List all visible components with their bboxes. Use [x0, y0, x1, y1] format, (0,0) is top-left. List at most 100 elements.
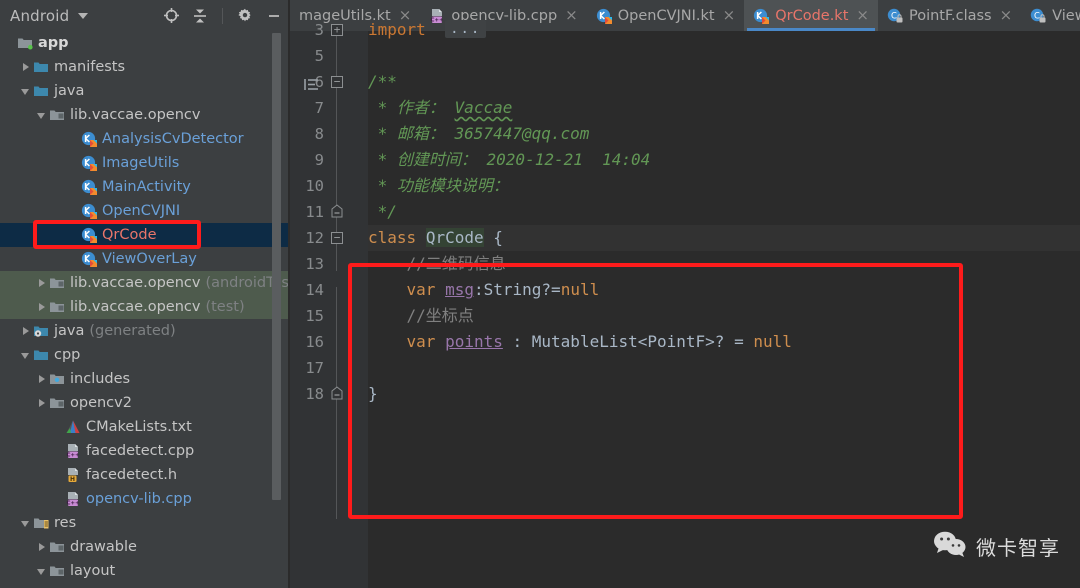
chevron-right-icon[interactable] [36, 397, 49, 410]
fold-expand-import-plus-icon[interactable]: + [331, 24, 343, 36]
kotlin-class-icon [81, 155, 97, 171]
tree-item-includes[interactable]: includes [0, 367, 290, 391]
tree-item-lib-vaccae-opencv[interactable]: lib.vaccae.opencv [0, 103, 290, 127]
minimize-icon[interactable] [264, 6, 284, 26]
tree-item-manifests[interactable]: manifests [0, 55, 290, 79]
tree-item-analysiscvdetector[interactable]: AnalysisCvDetector [0, 127, 290, 151]
tab-close-icon[interactable]: × [856, 8, 869, 23]
tree-item-facedetect-cpp[interactable]: C++ facedetect.cpp [0, 439, 290, 463]
code-line-9[interactable]: * 创建时间： 2020-12-21 14:04 [368, 147, 651, 173]
tree-item-imageutils[interactable]: ImageUtils [0, 151, 290, 175]
editor-area: mageUtils.kt × C++ opencv-lib.cpp × OpenCVJNI… [290, 0, 1080, 588]
tree-item-label: CMakeLists.txt [86, 419, 192, 435]
folded-imports-chip[interactable]: ... [445, 20, 487, 38]
tab-label: QrCode.kt [775, 7, 849, 24]
svg-text:C: C [891, 11, 897, 21]
locate-icon[interactable] [161, 6, 181, 26]
editor-tab-view-class[interactable]: C View.class [1021, 0, 1080, 31]
editor-tab-qrcode-kt[interactable]: QrCode.kt × [744, 0, 878, 31]
collapse-all-icon[interactable] [190, 6, 210, 26]
package-icon [49, 539, 65, 555]
tree-item-facedetect-h[interactable]: Hfacedetect.h [0, 463, 290, 487]
code-content[interactable]: import ... /** * 作者： Vaccae * 邮箱： 3657447… [368, 20, 1080, 588]
code-line-14[interactable]: var msg:String?=null [368, 277, 600, 303]
chevron-down-icon[interactable] [36, 565, 49, 578]
code-line-12[interactable]: class QrCode { [368, 225, 503, 251]
code-line-13[interactable]: //二维码信息 [368, 251, 506, 277]
chevron-down-icon[interactable] [78, 12, 89, 19]
tree-item-lib-vaccae-opencv[interactable]: lib.vaccae.opencv (test) [0, 295, 290, 319]
code-line-15[interactable]: //坐标点 [368, 303, 474, 329]
project-panel-scrollbar[interactable] [272, 33, 281, 500]
chevron-down-icon[interactable] [20, 85, 33, 98]
identifier-under-caret: QrCode [425, 228, 484, 247]
tree-item-label: java [54, 323, 85, 339]
code-line-6[interactable]: /** [368, 69, 397, 95]
fold-collapse-class-minus-icon[interactable]: − [331, 232, 343, 244]
kotlin-file-icon [753, 8, 770, 24]
chevron-right-icon[interactable] [20, 61, 33, 74]
chevron-right-icon[interactable] [36, 277, 49, 290]
code-line-3[interactable]: import ... [368, 17, 487, 43]
editor-tab-pointf-class[interactable]: C PointF.class × [878, 0, 1021, 31]
project-tree[interactable]: app manifests java lib.vaccae.opencv Analysi… [0, 31, 290, 588]
kotlin-class-icon [81, 203, 97, 219]
chevron-down-icon[interactable] [36, 109, 49, 122]
fold-end-comment-icon[interactable] [331, 204, 343, 220]
fold-guide-line-2 [336, 287, 337, 519]
chevron-right-icon[interactable] [36, 373, 49, 386]
chevron-right-icon[interactable] [36, 541, 49, 554]
tree-item-cmakelists-txt[interactable]: CMakeLists.txt [0, 415, 290, 439]
chevron-right-icon[interactable] [36, 301, 49, 314]
fold-end-class-icon[interactable] [331, 386, 343, 402]
project-view-selector-label[interactable]: Android [10, 7, 69, 25]
tree-item-cpp[interactable]: cpp [0, 343, 290, 367]
tree-item-lib-vaccae-opencv[interactable]: lib.vaccae.opencv(androidTest) [0, 271, 290, 295]
code-line-10[interactable]: * 功能模块说明： [368, 173, 509, 199]
code-editor[interactable]: 3 5 6 7 8 9 10 11 12 13 14 15 16 17 18 + − − import .../*… [290, 20, 1080, 588]
editor-gutter[interactable]: 3 5 6 7 8 9 10 11 12 13 14 15 16 17 18 + − − [290, 21, 368, 588]
tree-item-label: ViewOverLay [102, 251, 197, 267]
tree-item-drawable[interactable]: drawable [0, 535, 290, 559]
tree-item-java[interactable]: java [0, 79, 290, 103]
code-line-18[interactable]: } [368, 381, 378, 407]
line-number: 17 [305, 359, 324, 377]
java-class-locked-icon: C [1030, 8, 1046, 24]
tab-close-icon[interactable]: × [1000, 8, 1013, 23]
tree-item-activity-main-xml[interactable]: activity_main.xml [0, 583, 290, 588]
tree-item-label: cpp [54, 347, 81, 363]
folder-icon [33, 83, 49, 99]
tree-item-java[interactable]: java (generated) [0, 319, 290, 343]
code-line-11[interactable]: */ [368, 199, 397, 225]
tree-item-layout[interactable]: layout [0, 559, 290, 583]
header-file-icon: H [65, 467, 81, 483]
settings-gear-icon[interactable] [235, 6, 255, 26]
tree-item-opencvjni[interactable]: OpenCVJNI [0, 199, 290, 223]
chevron-down-icon[interactable] [20, 517, 33, 530]
tree-item-viewoverlay[interactable]: ViewOverLay [0, 247, 290, 271]
tree-item-label: res [54, 515, 77, 531]
code-line-16[interactable]: var points : MutableList<PointF>? = null [368, 329, 792, 355]
line-number: 14 [305, 281, 324, 299]
fold-collapse-comment-minus-icon[interactable]: − [331, 76, 343, 88]
tree-item-app[interactable]: app [0, 31, 290, 55]
chevron-down-icon[interactable] [20, 349, 33, 362]
tab-close-icon[interactable]: × [723, 8, 736, 23]
tree-item-opencv2[interactable]: opencv2 [0, 391, 290, 415]
editor-tab-opencvjni-kt[interactable]: OpenCVJNI.kt × [587, 0, 744, 31]
line-number: 5 [314, 47, 324, 65]
tree-item-qrcode[interactable]: QrCode [0, 223, 290, 247]
tree-item-res[interactable]: res [0, 511, 290, 535]
code-line-8[interactable]: * 邮箱： 3657447@qq.com [368, 121, 590, 147]
doc-comment-marker-icon[interactable] [304, 76, 320, 90]
tree-item-opencv-lib-cpp[interactable]: C++ opencv-lib.cpp [0, 487, 290, 511]
tree-item-mainactivity[interactable]: MainActivity [0, 175, 290, 199]
tab-label: PointF.class [908, 7, 992, 24]
tab-close-icon[interactable]: × [565, 8, 578, 23]
tree-item-label: manifests [54, 59, 126, 75]
code-line-7[interactable]: * 作者： Vaccae [368, 95, 513, 121]
chevron-right-icon[interactable] [20, 325, 33, 338]
